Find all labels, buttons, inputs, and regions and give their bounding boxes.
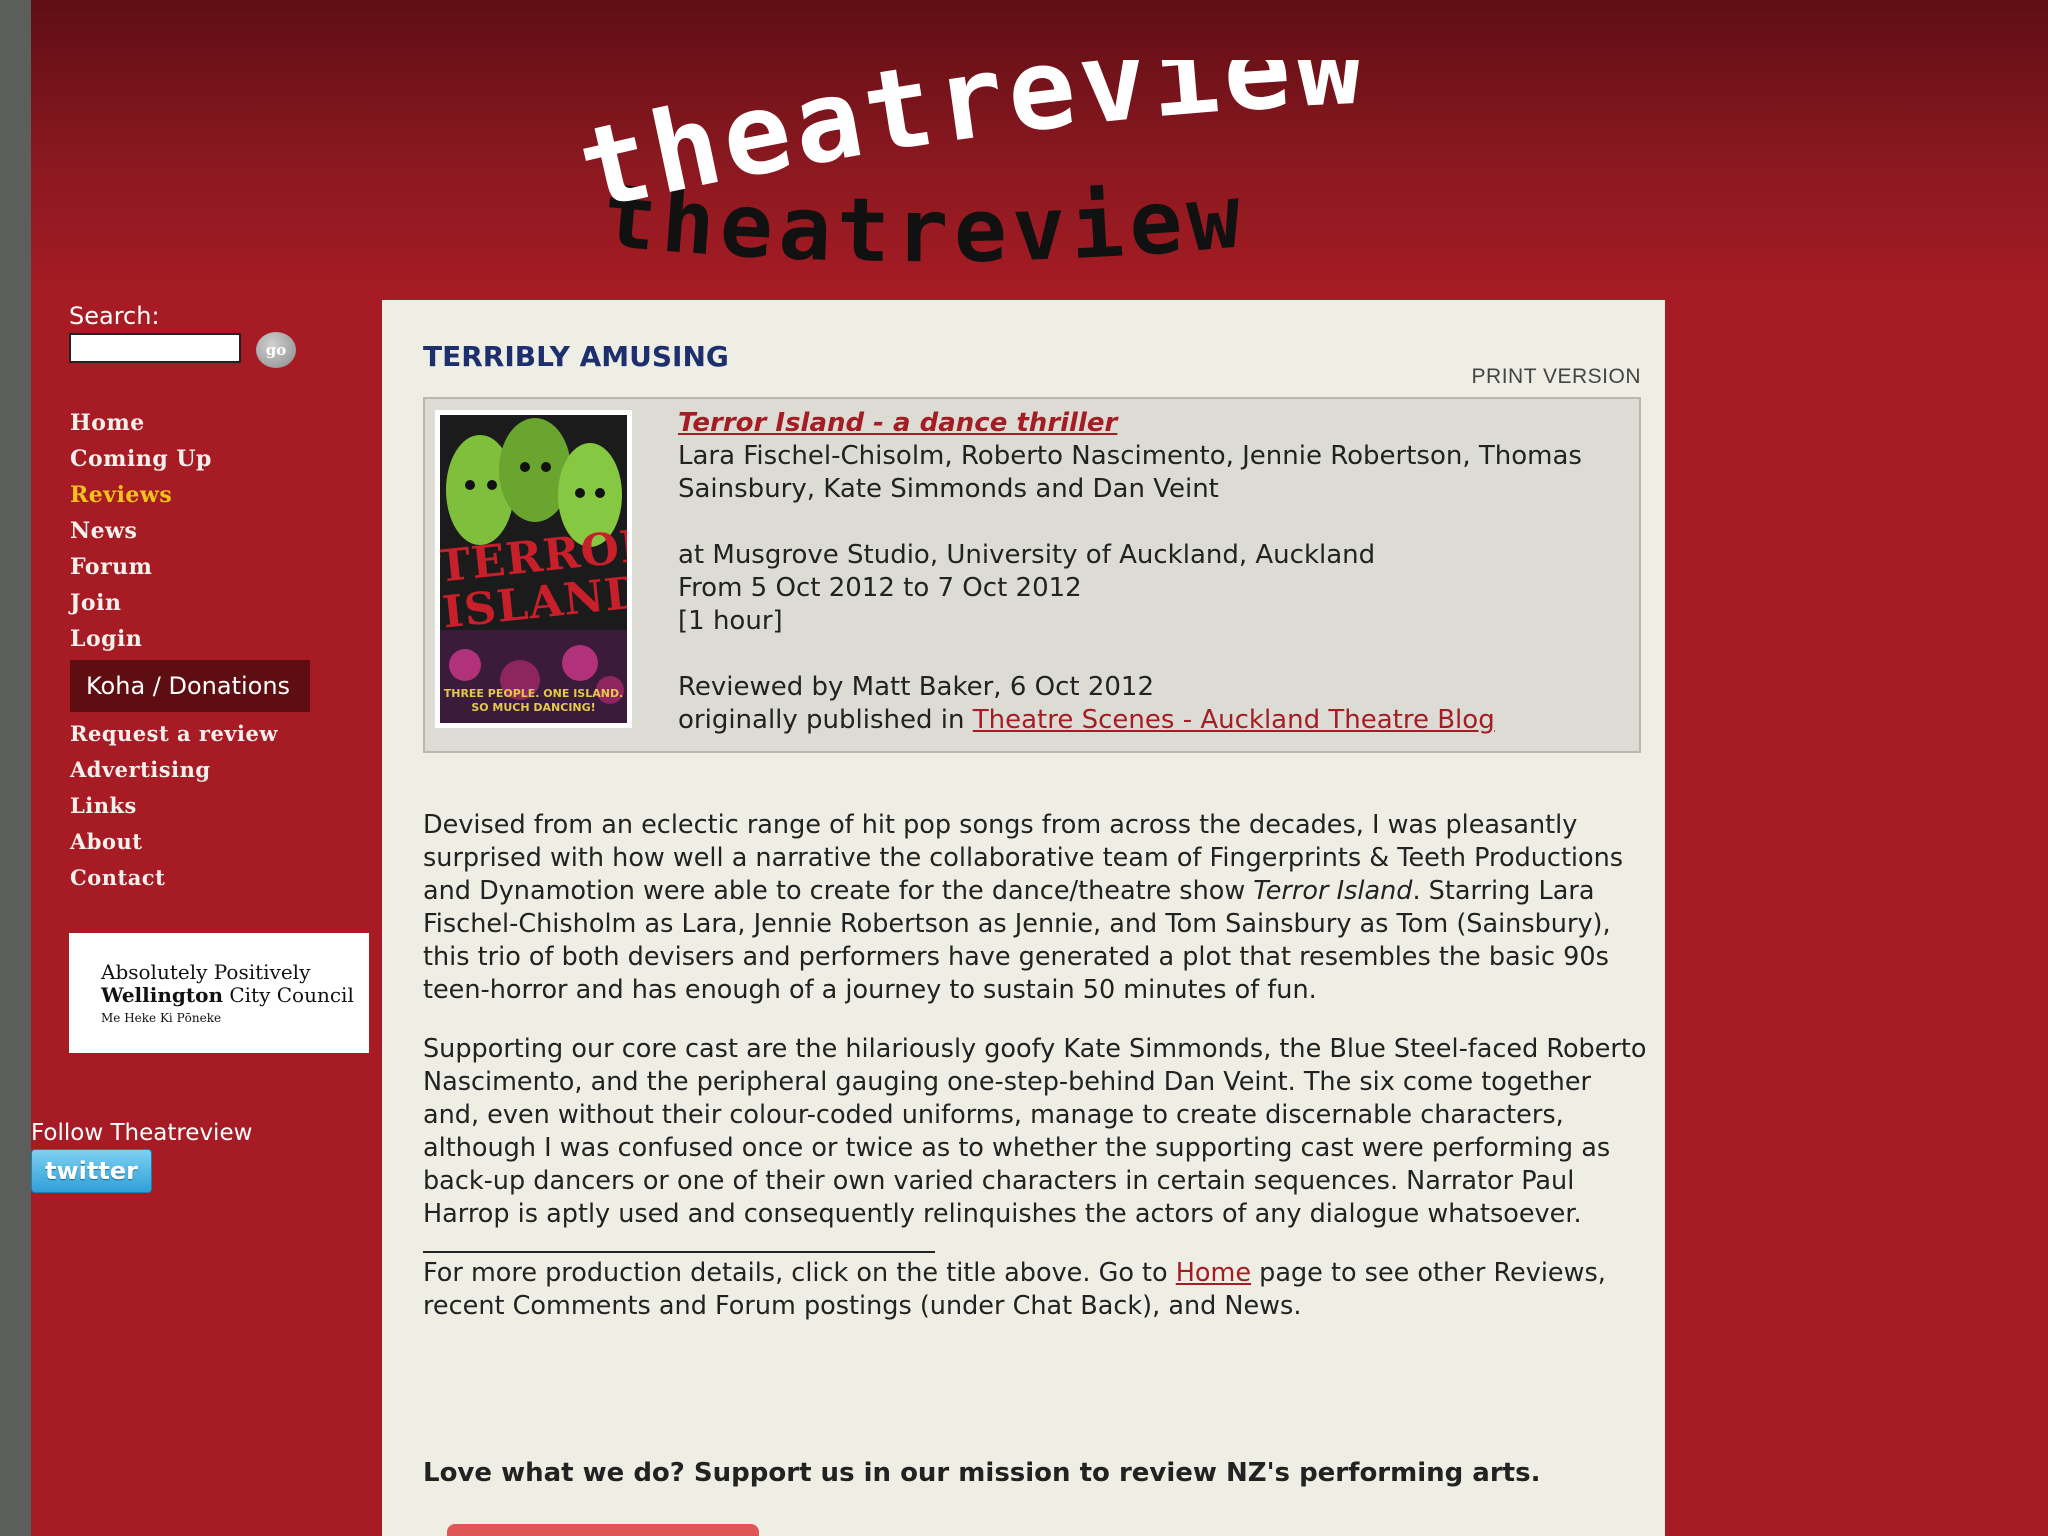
sponsor-line2-bold: Wellington (101, 983, 223, 1007)
nav-reviews[interactable]: Reviews (70, 477, 310, 513)
footer-text-a: For more production details, click on th… (423, 1258, 1176, 1288)
wellington-council-sponsor[interactable]: Absolutely Positively Wellington City Co… (69, 933, 369, 1053)
search-label: Search: (69, 302, 160, 330)
show-details: Terror Island - a dance thriller Lara Fi… (678, 407, 1618, 737)
nav-home[interactable]: Home (70, 405, 310, 441)
twitter-button[interactable]: twitter (31, 1149, 152, 1193)
published-prefix: originally published in (678, 705, 973, 735)
review-paragraph-2: Supporting our core cast are the hilario… (423, 1034, 1647, 1229)
donate-button[interactable] (447, 1524, 759, 1536)
site-logo[interactable]: theatreview theatreview (568, 0, 1531, 282)
show-cast: Lara Fischel-Chisolm, Roberto Nascimento… (678, 441, 1582, 504)
show-title-link[interactable]: Terror Island - a dance thriller (678, 408, 1117, 438)
show-dates: From 5 Oct 2012 to 7 Oct 2012 (678, 573, 1082, 603)
poster-tagline: THREE PEOPLE. ONE ISLAND. SO MUCH DANCIN… (443, 687, 624, 714)
page: theatreview theatreview Search: go Home … (31, 0, 2048, 1536)
nav-coming-up[interactable]: Coming Up (70, 441, 310, 477)
divider (423, 1251, 935, 1253)
published-source-link[interactable]: Theatre Scenes - Auckland Theatre Blog (973, 705, 1495, 735)
nav-join[interactable]: Join (70, 585, 310, 621)
nav-contact[interactable]: Contact (70, 860, 310, 896)
print-version-link[interactable]: PRINT VERSION (1472, 365, 1641, 389)
review-heading: TERRIBLY AMUSING (423, 340, 729, 373)
nav-news[interactable]: News (70, 513, 310, 549)
home-link[interactable]: Home (1176, 1258, 1251, 1288)
review-paragraph-1: Devised from an eclectic range of hit po… (423, 809, 1648, 1007)
sponsor-line3: Me Heke Ki Pōneke (101, 1011, 222, 1025)
support-message: Love what we do? Support us in our missi… (423, 1458, 1541, 1488)
nav-about[interactable]: About (70, 824, 310, 860)
review-body: Devised from an eclectic range of hit po… (423, 809, 1648, 1323)
search-input[interactable] (69, 333, 241, 363)
nav-login[interactable]: Login (70, 621, 310, 657)
nav-request-review[interactable]: Request a review (70, 716, 310, 752)
show-info-box: TERROR ISLAND THREE PEOPLE. ONE ISLAND. … (423, 397, 1641, 753)
sponsor-line2-rest: City Council (223, 983, 354, 1007)
para1-show-name: Terror Island (1253, 876, 1413, 906)
sidebar-nav: Home Coming Up Reviews News Forum Join L… (70, 405, 310, 896)
show-poster[interactable]: TERROR ISLAND THREE PEOPLE. ONE ISLAND. … (435, 410, 632, 728)
reviewer-byline: Reviewed by Matt Baker, 6 Oct 2012 (678, 672, 1155, 702)
logo-graphic: theatreview theatreview (568, 0, 1365, 282)
follow-label: Follow Theatreview (31, 1120, 253, 1146)
published-in: originally published in Theatre Scenes -… (678, 704, 1618, 737)
poster-title: TERROR ISLAND (435, 519, 632, 639)
show-duration: [1 hour] (678, 606, 783, 636)
search-go-button[interactable]: go (256, 332, 296, 368)
nav-forum[interactable]: Forum (70, 549, 310, 585)
koha-donations-button[interactable]: Koha / Donations (70, 660, 310, 712)
nav-advertising[interactable]: Advertising (70, 752, 310, 788)
sponsor-line2: Wellington City Council (101, 983, 354, 1007)
show-venue: at Musgrove Studio, University of Auckla… (678, 540, 1376, 570)
review-content: TERRIBLY AMUSING PRINT VERSION TERROR IS… (382, 300, 1665, 1536)
review-footer-note: For more production details, click on th… (423, 1257, 1648, 1323)
nav-links[interactable]: Links (70, 788, 310, 824)
sponsor-line1: Absolutely Positively (101, 960, 311, 984)
